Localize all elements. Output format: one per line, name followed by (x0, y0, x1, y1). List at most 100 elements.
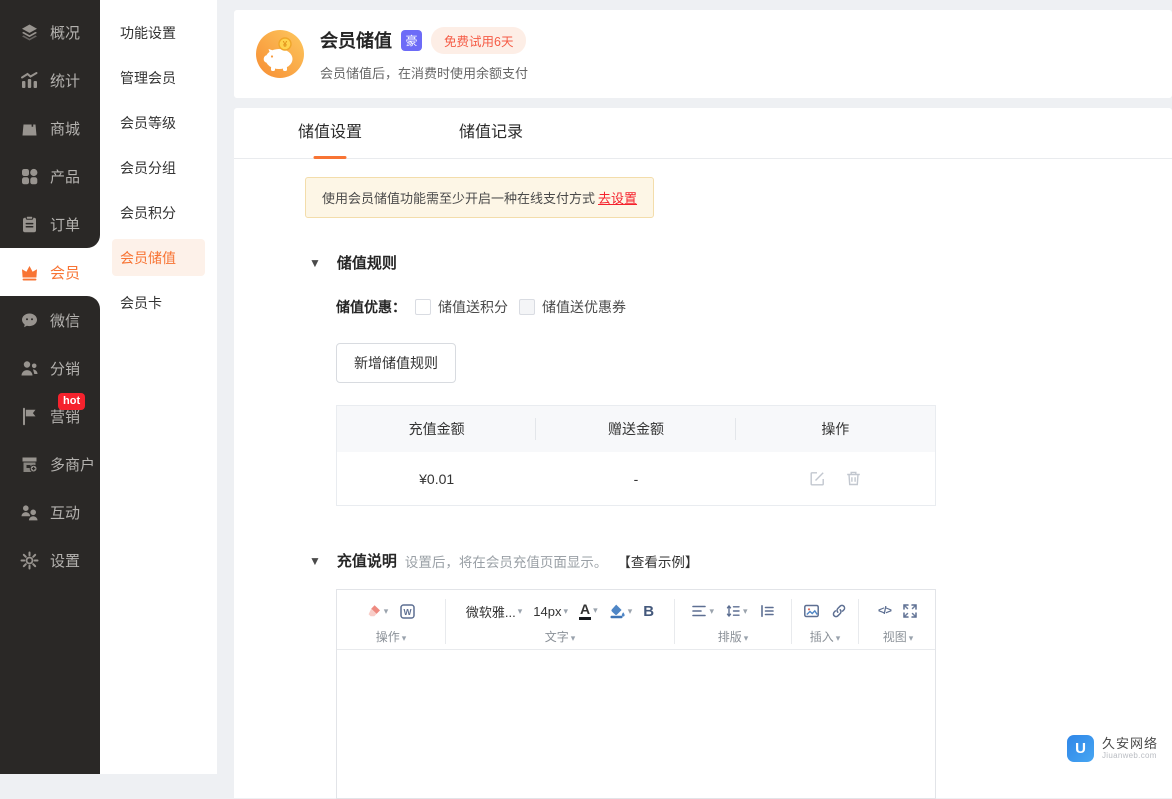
sidebar-item-mall[interactable]: 商城 (0, 104, 100, 152)
tab-stored-value-records[interactable]: 储值记录 (459, 108, 523, 158)
collapse-caret-icon[interactable]: ▼ (309, 257, 321, 269)
font-size-dropdown[interactable]: 14px ▾ (533, 604, 568, 619)
delete-icon[interactable] (845, 470, 862, 487)
eraser-icon[interactable]: ▾ (366, 603, 389, 619)
submenu-item-feature-settings[interactable]: 功能设置 (100, 10, 217, 55)
submenu-item-member-points[interactable]: 会员积分 (100, 190, 217, 235)
main-area: ¥ 会员储值 豪 免费试用6天 会员储值后，在消费时使用余额支付 储值设置 储值… (217, 0, 1172, 799)
rules-section-title: 储值规则 (336, 255, 397, 272)
note-section-header: ▼ 充值说明 设置后，将在会员充值页面显示。 【查看示例】 (234, 550, 1172, 571)
indent-icon[interactable] (759, 603, 775, 619)
sidebar-item-interaction[interactable]: 互动 (0, 488, 100, 536)
sidebar-item-label: 互动 (50, 504, 81, 522)
col-header-gift-amount: 赠送金额 (536, 419, 735, 439)
vendor-logo-icon: U (1066, 735, 1094, 762)
insert-image-icon[interactable] (803, 603, 820, 619)
sidebar-item-product[interactable]: 产品 (0, 152, 100, 200)
toolbar-group-label[interactable]: 排版 ▾ (718, 625, 749, 646)
marketing-flag-icon (20, 407, 39, 426)
add-rule-button[interactable]: 新增储值规则 (336, 343, 456, 383)
distribution-icon (20, 359, 39, 378)
submenu-item-member-level[interactable]: 会员等级 (100, 100, 217, 145)
rich-text-editor: ▾ W 操作 ▾ 微软雅... ▾ 14px ▾ A ▾ ▾ B 文字 ▾ ▾ … (336, 589, 936, 799)
sidebar-item-distribution[interactable]: 分销 (0, 344, 100, 392)
font-color-icon[interactable]: A ▾ (579, 601, 598, 621)
submenu-item-manage-members[interactable]: 管理会员 (100, 55, 217, 100)
toolbar-group-label[interactable]: 插入 ▾ (810, 625, 841, 646)
sidebar-item-label: 产品 (50, 168, 81, 186)
sidebar-item-label: 会员 (50, 264, 81, 282)
bold-icon[interactable]: B (643, 603, 654, 620)
stats-icon (20, 71, 39, 90)
table-header-row: 充值金额 赠送金额 操作 (337, 406, 935, 452)
col-header-recharge-amount: 充值金额 (337, 419, 536, 439)
toolbar-group-label[interactable]: 视图 ▾ (883, 625, 914, 646)
tab-bar: 储值设置 储值记录 (234, 108, 1172, 159)
fullscreen-icon[interactable] (902, 603, 918, 619)
svg-text:W: W (404, 607, 413, 617)
sidebar-item-marketing[interactable]: hot 营销 (0, 392, 100, 440)
vendor-logo: U 久安网络 Jiuanweb.com (1066, 735, 1158, 762)
rules-table: 充值金额 赠送金额 操作 ¥0.01 - (336, 405, 936, 506)
cell-recharge-amount: ¥0.01 (419, 470, 455, 487)
wechat-icon (20, 311, 39, 330)
interaction-icon (20, 503, 39, 522)
piggy-bank-icon: ¥ (256, 30, 304, 78)
insert-link-icon[interactable] (831, 603, 847, 619)
sidebar-item-label: 多商户 (50, 456, 96, 474)
background-color-icon[interactable]: ▾ (609, 603, 632, 619)
vendor-domain: Jiuanweb.com (1101, 751, 1157, 761)
sidebar-item-member[interactable]: 会员 (0, 235, 100, 309)
checkbox-points-gift[interactable]: 储值送积分 (415, 297, 508, 317)
payment-notice-banner: 使用会员储值功能需至少开启一种在线支付方式 去设置 (305, 177, 655, 218)
word-import-icon[interactable]: W (399, 603, 416, 620)
collapse-caret-icon[interactable]: ▼ (309, 555, 321, 567)
sidebar-item-label: 微信 (50, 312, 81, 330)
content-card: 储值设置 储值记录 使用会员储值功能需至少开启一种在线支付方式 去设置 ▼ 储值规… (234, 108, 1172, 799)
editor-toolbar: ▾ W 操作 ▾ 微软雅... ▾ 14px ▾ A ▾ ▾ B 文字 ▾ ▾ … (337, 590, 935, 650)
toolbar-group-view: </> 视图 ▾ (859, 597, 937, 646)
hot-badge: hot (58, 393, 86, 410)
tab-stored-value-settings[interactable]: 储值设置 (298, 108, 362, 158)
sidebar-item-wechat[interactable]: 微信 (0, 296, 100, 344)
sidebar-item-label: 设置 (50, 552, 81, 570)
checkbox-coupon-gift[interactable]: 储值送优惠券 (519, 297, 626, 317)
note-section-desc: 设置后，将在会员充值页面显示。 (404, 554, 608, 570)
dropdown-caret-icon: ▾ (383, 605, 389, 616)
member-crown-icon (20, 263, 39, 282)
editor-content-area[interactable] (337, 650, 935, 798)
toolbar-group-label[interactable]: 操作 ▾ (376, 625, 407, 646)
settings-gear-icon (20, 551, 39, 570)
checkbox-label: 储值送积分 (438, 299, 508, 315)
checkbox-icon[interactable] (415, 299, 431, 315)
go-setup-link[interactable]: 去设置 (598, 191, 637, 206)
sidebar-item-label: 概况 (50, 24, 81, 42)
line-height-icon[interactable]: ▾ (725, 603, 748, 619)
sidebar-item-label: 统计 (50, 72, 81, 90)
svg-text:¥: ¥ (283, 40, 288, 49)
sidebar-item-overview[interactable]: 概况 (0, 8, 100, 56)
source-code-icon[interactable]: </> (878, 605, 892, 617)
page-subtitle: 会员储值后，在消费时使用余额支付 (320, 65, 529, 81)
sidebar-item-stats[interactable]: 统计 (0, 56, 100, 104)
cell-actions (736, 470, 935, 487)
toolbar-group-layout: ▾ ▾ 排版 ▾ (675, 597, 791, 646)
submenu-item-member-group[interactable]: 会员分组 (100, 145, 217, 190)
sidebar-item-label: 分销 (50, 360, 81, 378)
col-header-actions: 操作 (821, 421, 850, 437)
toolbar-group-label[interactable]: 文字 ▾ (545, 625, 576, 646)
checkbox-icon[interactable] (519, 299, 535, 315)
font-family-dropdown[interactable]: 微软雅... ▾ (466, 602, 522, 621)
primary-sidebar: 概况 统计 商城 产品 订单 会员 微信 分销 hot 营销 多商户 互动 设置 (0, 0, 100, 774)
submenu-item-member-stored-value[interactable]: 会员储值 (112, 239, 205, 276)
notice-text: 使用会员储值功能需至少开启一种在线支付方式 (322, 191, 596, 206)
multi-store-icon (20, 455, 39, 474)
table-row: ¥0.01 - (337, 452, 935, 505)
view-example-link[interactable]: 【查看示例】 (617, 551, 698, 571)
sidebar-item-multistore[interactable]: 多商户 (0, 440, 100, 488)
submenu-item-member-card[interactable]: 会员卡 (100, 280, 217, 325)
sidebar-item-settings[interactable]: 设置 (0, 536, 100, 584)
edit-icon[interactable] (809, 470, 826, 487)
align-icon[interactable]: ▾ (691, 603, 714, 619)
product-icon (20, 167, 39, 186)
